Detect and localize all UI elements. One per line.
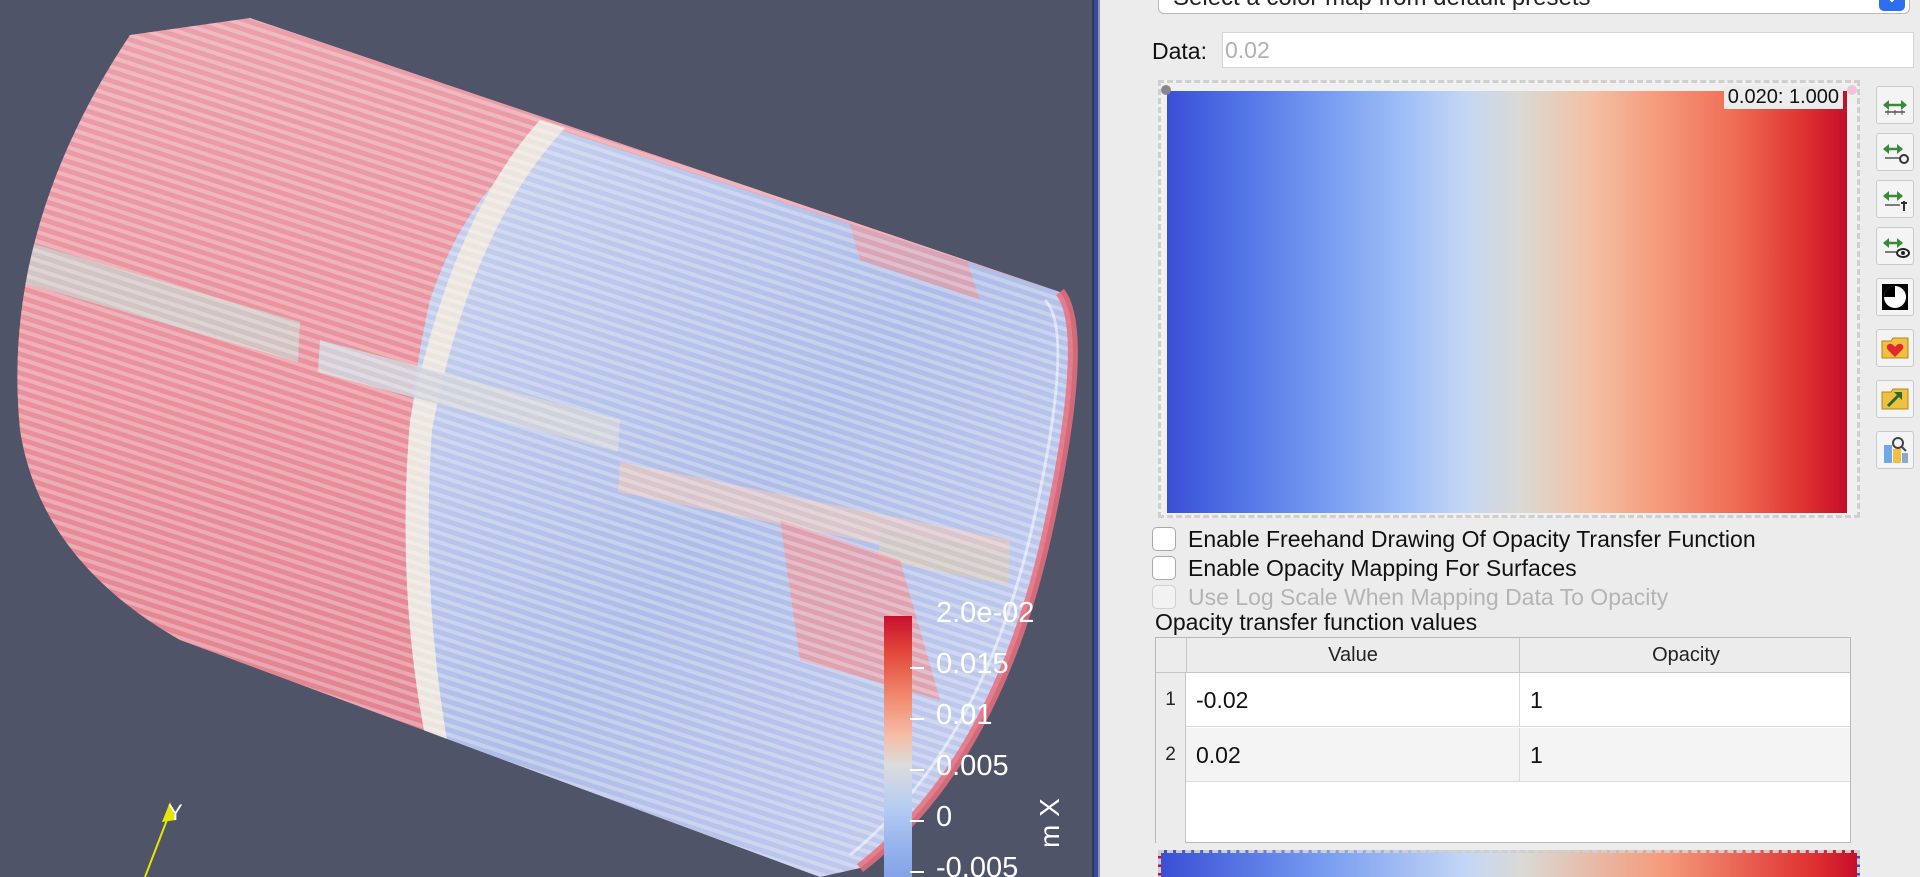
save-preset-button[interactable] xyxy=(1876,329,1914,367)
row-index: 2 xyxy=(1156,728,1186,782)
data-value-field[interactable]: 0.02 xyxy=(1222,32,1914,68)
data-label: Data: xyxy=(1152,38,1207,64)
save-preset-icon xyxy=(1881,337,1909,359)
axis-y-label: Y xyxy=(168,800,183,825)
rescale-range-button[interactable] xyxy=(1876,86,1914,124)
rescale-custom-range-button[interactable] xyxy=(1876,133,1914,171)
choose-preset-button[interactable] xyxy=(1876,431,1914,469)
rescale-temporal-range-icon xyxy=(1883,191,1907,211)
log-scale-opacity-checkbox-row: Use Log Scale When Mapping Data To Opaci… xyxy=(1152,583,1668,611)
rescale-visible-range-icon xyxy=(1883,238,1910,258)
chevron-down-icon[interactable]: ⌄ xyxy=(1879,0,1905,11)
rescale-visible-range-button[interactable] xyxy=(1876,227,1914,265)
color-map-editor-panel: Select a color map from default presets … xyxy=(1100,0,1920,877)
cylinder-render xyxy=(17,18,1078,877)
color-transfer-function-editor[interactable]: 0.020: 1.000 xyxy=(1158,80,1860,518)
control-point-handle[interactable] xyxy=(1847,85,1857,95)
control-point-label: 0.020: 1.000 xyxy=(1723,86,1843,109)
invert-colormap-icon xyxy=(1882,284,1908,310)
import-preset-button[interactable] xyxy=(1876,380,1914,418)
scalar-bar-label: 0.015 xyxy=(936,648,1009,680)
preset-combobox-label: Select a color map from default presets xyxy=(1173,0,1591,11)
opacity-gradient-preview[interactable] xyxy=(1158,850,1860,877)
opacity-mapping-surfaces-checkbox-row[interactable]: Enable Opacity Mapping For Surfaces xyxy=(1152,554,1577,582)
rescale-range-icon xyxy=(1883,100,1907,115)
scalar-bar-label: -0.005 xyxy=(936,852,1019,877)
column-header-value[interactable]: Value xyxy=(1186,638,1519,672)
scalar-bar-title: m X xyxy=(1034,798,1065,848)
table-row[interactable]: 1 -0.02 1 xyxy=(1156,673,1850,727)
import-preset-icon xyxy=(1881,388,1909,410)
rescale-custom-range-icon xyxy=(1883,144,1909,164)
log-scale-opacity-checkbox xyxy=(1152,585,1176,609)
opacity-cell[interactable]: 1 xyxy=(1519,673,1852,727)
table-row[interactable]: 2 0.02 1 xyxy=(1156,728,1850,782)
choose-preset-icon xyxy=(1884,437,1908,463)
opacity-mapping-surfaces-label: Enable Opacity Mapping For Surfaces xyxy=(1188,554,1577,581)
invert-colormap-button[interactable] xyxy=(1876,278,1914,316)
control-point-handle[interactable] xyxy=(1161,85,1171,95)
splitter-handle[interactable] xyxy=(1092,0,1100,877)
opacity-table[interactable]: Value Opacity 1 -0.02 1 2 0.02 1 xyxy=(1155,637,1851,843)
freehand-opacity-label: Enable Freehand Drawing Of Opacity Trans… xyxy=(1188,525,1756,552)
color-gradient-preview[interactable] xyxy=(1167,91,1847,513)
row-index: 1 xyxy=(1156,673,1186,727)
scalar-bar-label: 0.005 xyxy=(936,750,1009,782)
scalar-bar-label: 2.0e-02 xyxy=(936,597,1035,629)
rescale-temporal-range-button[interactable] xyxy=(1876,180,1914,218)
table-header: Value Opacity xyxy=(1156,638,1850,673)
scalar-bar-label: 0.01 xyxy=(936,699,993,731)
value-cell[interactable]: -0.02 xyxy=(1186,673,1519,727)
opacity-cell[interactable]: 1 xyxy=(1519,728,1852,782)
opacity-mapping-surfaces-checkbox[interactable] xyxy=(1152,556,1176,580)
scalar-bar-label: 0 xyxy=(936,801,953,833)
preset-combobox[interactable]: Select a color map from default presets … xyxy=(1158,0,1910,14)
column-header-opacity[interactable]: Opacity xyxy=(1519,638,1852,672)
render-view[interactable]: Y 2.0e-02 0.015 0.01 0.005 0 -0.005 m X xyxy=(0,0,1092,877)
freehand-opacity-checkbox-row[interactable]: Enable Freehand Drawing Of Opacity Trans… xyxy=(1152,525,1756,553)
value-cell[interactable]: 0.02 xyxy=(1186,728,1519,782)
opacity-table-title: Opacity transfer function values xyxy=(1155,609,1478,635)
freehand-opacity-checkbox[interactable] xyxy=(1152,527,1176,551)
scalar-bar xyxy=(884,616,924,877)
log-scale-opacity-label: Use Log Scale When Mapping Data To Opaci… xyxy=(1188,583,1669,610)
